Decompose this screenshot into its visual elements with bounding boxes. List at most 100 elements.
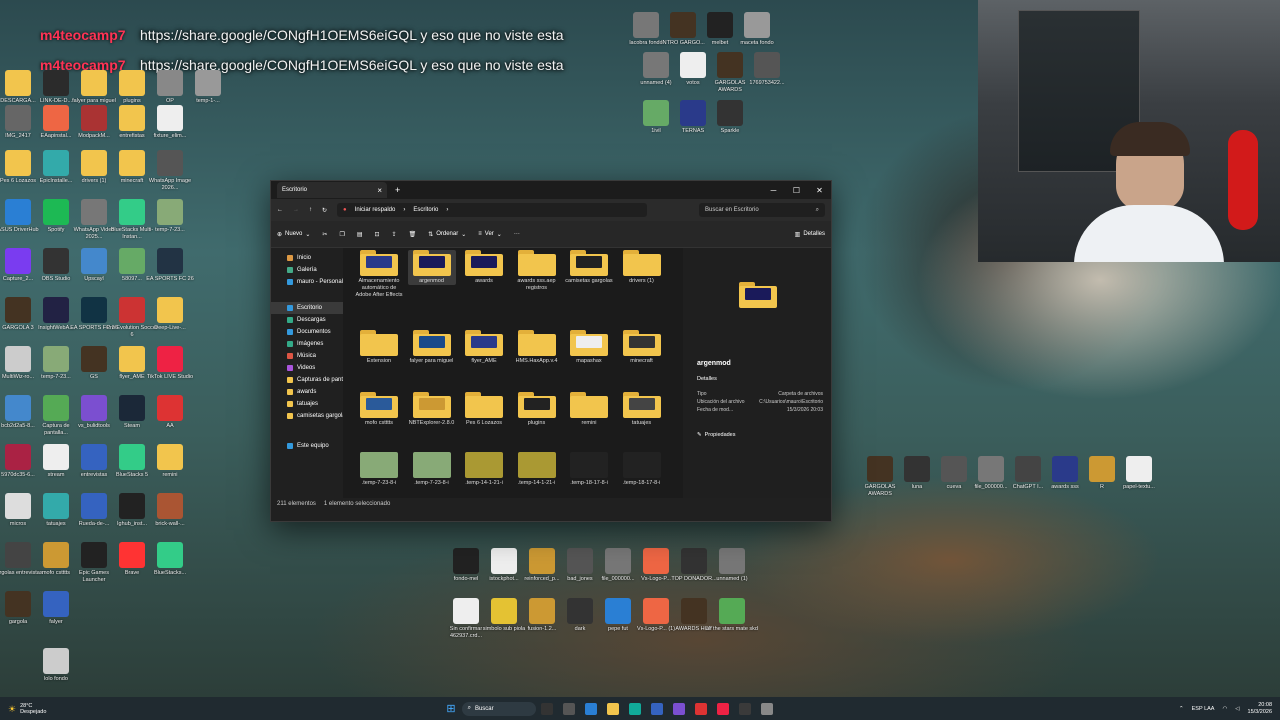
volume-icon[interactable]: ◁ [1235, 706, 1239, 712]
folder-item[interactable]: Pes 6 Lozazos [460, 392, 508, 427]
breadcrumb-current[interactable]: Escritorio [413, 207, 438, 213]
taskbar-app-icon[interactable] [584, 702, 597, 715]
nav-item[interactable]: mauro - Personal [271, 276, 343, 288]
folder-item[interactable]: .temp-7-23-8-i [408, 452, 456, 487]
folder-item[interactable]: HMS.HaxApp.v.4 [513, 330, 561, 365]
desktop-icon[interactable]: brick-wall-... [144, 493, 196, 535]
search-input[interactable]: Buscar en Escritorio ⌕ [699, 203, 825, 217]
desktop-icon[interactable]: unnamed (1) [706, 548, 758, 590]
refresh-icon[interactable]: ↻ [322, 207, 327, 214]
tab-escritorio[interactable]: Escritorio × [277, 182, 387, 198]
desktop-icon[interactable]: WhatsApp Image 2026... [144, 150, 196, 192]
nav-item[interactable]: Inicio [271, 252, 343, 264]
windows-start-icon[interactable]: ⊞ [446, 702, 455, 715]
folder-item[interactable]: .temp-7-23-8-i [355, 452, 403, 487]
folder-item[interactable]: awards [460, 250, 508, 285]
nav-item[interactable]: Descargas [271, 314, 343, 326]
nav-item[interactable]: tatuajes [271, 398, 343, 410]
sort-button[interactable]: ⇅ Ordenar ⌄ [428, 231, 466, 238]
breadcrumb-root[interactable]: Iniciar respaldo [355, 207, 396, 213]
copy-icon[interactable]: ❐ [339, 231, 344, 238]
chevron-up-icon[interactable]: ⌃ [1179, 706, 1184, 712]
cut-icon[interactable]: ✂ [322, 231, 327, 238]
nav-item[interactable]: awards [271, 386, 343, 398]
desktop-icon[interactable]: temp-7-23... [144, 199, 196, 241]
rename-icon[interactable]: ⊡ [375, 231, 380, 238]
details-button[interactable]: ▥ Detalles [795, 231, 825, 238]
folder-item[interactable]: .temp-14-1-21-i [460, 452, 508, 487]
maximize-button[interactable]: ☐ [785, 186, 808, 195]
desktop-icon[interactable]: fixture_elim... [144, 105, 196, 147]
desktop-icon[interactable]: TikTok LIVE Studio [144, 346, 196, 388]
folder-item[interactable]: NBTExplorer-2.8.0 [408, 392, 456, 427]
taskbar-app-icon[interactable] [760, 702, 773, 715]
breadcrumb[interactable]: ● Iniciar respaldo › Escritorio › [337, 203, 648, 217]
weather-widget[interactable]: ☀ 28°C Despejado [8, 703, 46, 715]
folder-item[interactable]: mofo cstttts [355, 392, 403, 427]
view-button[interactable]: ≡ Ver ⌄ [478, 231, 502, 238]
nav-item[interactable]: Este equipo [271, 440, 343, 452]
nav-item[interactable]: camisetas gargolas [271, 410, 343, 422]
properties-button[interactable]: ✎ Propiedades [697, 432, 736, 438]
delete-icon[interactable]: 🗑 [409, 231, 417, 238]
desktop-icon[interactable]: BlueStacks... [144, 542, 196, 584]
taskbar-app-icon[interactable] [694, 702, 707, 715]
desktop-icon[interactable]: lolo fondo [30, 648, 82, 690]
back-arrow-icon[interactable]: ← [277, 207, 283, 213]
paste-icon[interactable]: ▤ [357, 231, 363, 238]
taskbar-app-icon[interactable] [606, 702, 619, 715]
desktop-icon[interactable]: papel-textu... [1113, 456, 1165, 498]
folder-item[interactable]: Almacenamiento automático de Adobe After… [355, 250, 403, 299]
desktop-icon[interactable]: maceta fondo [731, 12, 783, 54]
taskbar-app-icon[interactable] [672, 702, 685, 715]
up-arrow-icon[interactable]: ↑ [309, 207, 312, 213]
desktop-icon[interactable]: Sparkle [704, 100, 756, 142]
nav-item[interactable]: Música [271, 350, 343, 362]
taskbar-app-icon[interactable] [628, 702, 641, 715]
desktop-icon[interactable]: remini [144, 444, 196, 486]
taskbar-app-icon[interactable] [562, 702, 575, 715]
folder-item[interactable]: .temp-18-17-8-i [618, 452, 666, 487]
folder-item[interactable]: awards sss.aep registros [513, 250, 561, 292]
new-tab-button[interactable]: + [395, 185, 400, 195]
desktop-icon[interactable]: Deep-Live-... [144, 297, 196, 339]
folder-item[interactable]: .temp-14-1-21-i [513, 452, 561, 487]
desktop-icon[interactable]: 1769753422... [741, 52, 793, 94]
taskbar-app-icon[interactable] [716, 702, 729, 715]
folder-item[interactable]: flyer_AME [460, 330, 508, 365]
nav-item[interactable]: Documentos [271, 326, 343, 338]
folder-item[interactable]: minecraft [618, 330, 666, 365]
nav-item[interactable]: Videos [271, 362, 343, 374]
share-icon[interactable]: ⇪ [392, 231, 397, 238]
folder-item[interactable]: drivers (1) [618, 250, 666, 285]
new-button[interactable]: ⊕ Nuevo ⌄ [277, 231, 310, 238]
tab-close-icon[interactable]: × [377, 186, 382, 195]
forward-arrow-icon[interactable]: → [293, 207, 299, 213]
clock[interactable]: 20:08 15/3/2026 [1248, 702, 1272, 716]
wifi-icon[interactable]: ◠ [1222, 706, 1227, 712]
desktop-icon[interactable]: falyer [30, 591, 82, 633]
folder-item[interactable]: .temp-18-17-8-i [565, 452, 613, 487]
nav-item[interactable]: Galería [271, 264, 343, 276]
folder-item[interactable]: tatuajes [618, 392, 666, 427]
taskbar-app-icon[interactable] [540, 702, 553, 715]
folder-item[interactable]: argenmod [407, 250, 456, 285]
folder-item[interactable]: remini [565, 392, 613, 427]
folder-item[interactable]: plugins [513, 392, 561, 427]
folder-item[interactable]: camisetas gargolas [565, 250, 613, 285]
desktop-icon[interactable]: EA SPORTS FC 26 [144, 248, 196, 290]
desktop-icon[interactable]: AA [144, 395, 196, 437]
nav-item[interactable]: Capturas de pantalla [271, 374, 343, 386]
minimize-button[interactable]: ─ [762, 186, 785, 195]
taskbar-search[interactable]: ⌕ Buscar [461, 701, 536, 716]
nav-item[interactable]: Imágenes [271, 338, 343, 350]
close-button[interactable]: ✕ [808, 186, 831, 195]
folder-item[interactable]: falyer para miguel [408, 330, 456, 365]
desktop-icon[interactable]: all the stars mate skd [706, 598, 758, 640]
lang-indicator[interactable]: ESP LAA [1192, 706, 1215, 712]
folder-item[interactable]: mapashax [565, 330, 613, 365]
taskbar-app-icon[interactable] [738, 702, 751, 715]
folder-item[interactable]: Extension [355, 330, 403, 365]
more-button[interactable]: ··· [514, 231, 520, 237]
taskbar-app-icon[interactable] [650, 702, 663, 715]
